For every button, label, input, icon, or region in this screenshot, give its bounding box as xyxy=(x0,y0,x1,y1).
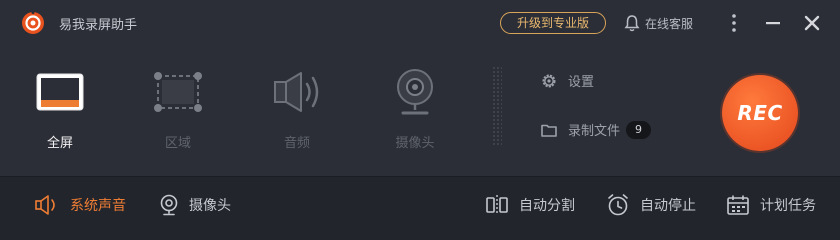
webcam-icon xyxy=(397,69,433,115)
system-sound-label: 系统声音 xyxy=(70,198,126,214)
more-menu-icon[interactable] xyxy=(727,13,741,33)
gear-icon xyxy=(542,74,556,87)
speaker-icon xyxy=(274,72,319,112)
app-title: 易我录屏助手 xyxy=(59,18,138,33)
webcam-label: 摄像头 xyxy=(189,198,231,214)
settings-label: 设置 xyxy=(568,75,595,90)
panel-divider xyxy=(492,66,502,146)
split-icon xyxy=(486,195,508,215)
recordings-button[interactable]: 录制文件 9 xyxy=(541,120,652,139)
close-icon[interactable] xyxy=(802,13,822,33)
schedule-task-label: 计划任务 xyxy=(760,198,816,214)
schedule-task-button[interactable]: 计划任务 xyxy=(726,193,816,217)
bell-icon xyxy=(624,15,640,32)
app-logo-icon xyxy=(22,11,44,34)
title-bar: 易我录屏助手 升级到专业版 在线客服 xyxy=(0,0,840,44)
upgrade-button[interactable]: 升级到专业版 xyxy=(500,12,606,34)
capture-panel: 全屏 区域 音频 摄像头 设置 录制文件 9 REC xyxy=(0,44,840,176)
mode-label: 全屏 xyxy=(46,136,73,151)
auto-split-button[interactable]: 自动分割 xyxy=(485,193,575,217)
online-support-button[interactable]: 在线客服 xyxy=(624,12,693,34)
mode-webcam[interactable]: 摄像头 xyxy=(375,44,455,176)
mode-label: 区域 xyxy=(164,136,191,151)
speaker-icon xyxy=(35,195,55,215)
online-support-label: 在线客服 xyxy=(645,16,694,31)
mode-label: 摄像头 xyxy=(395,136,435,151)
system-sound-toggle[interactable]: 系统声音 xyxy=(34,193,126,217)
bottom-toolbar: 系统声音 摄像头 自动分割 自动停止 计划任务 xyxy=(0,176,840,233)
app-window: 易我录屏助手 升级到专业版 在线客服 全屏 区域 音频 摄像头 设置 录制文件 … xyxy=(0,0,840,233)
calendar-icon xyxy=(727,195,749,215)
auto-split-label: 自动分割 xyxy=(519,198,575,214)
mode-fullscreen[interactable]: 全屏 xyxy=(20,44,100,176)
folder-icon xyxy=(541,124,557,137)
recordings-label: 录制文件 xyxy=(568,124,621,139)
monitor-icon xyxy=(36,73,84,111)
settings-button[interactable]: 设置 xyxy=(541,71,594,90)
rec-button[interactable]: REC xyxy=(722,75,798,151)
mode-audio[interactable]: 音频 xyxy=(257,44,337,176)
mode-label: 音频 xyxy=(283,136,310,151)
alarm-clock-icon xyxy=(608,194,628,216)
auto-stop-label: 自动停止 xyxy=(640,198,696,214)
auto-stop-button[interactable]: 自动停止 xyxy=(606,193,696,217)
webcam-icon xyxy=(160,194,178,216)
webcam-toggle[interactable]: 摄像头 xyxy=(159,193,231,217)
recordings-count-badge: 9 xyxy=(626,120,652,139)
region-select-icon xyxy=(154,72,202,112)
minimize-icon[interactable] xyxy=(765,13,781,33)
mode-region[interactable]: 区域 xyxy=(138,44,218,176)
